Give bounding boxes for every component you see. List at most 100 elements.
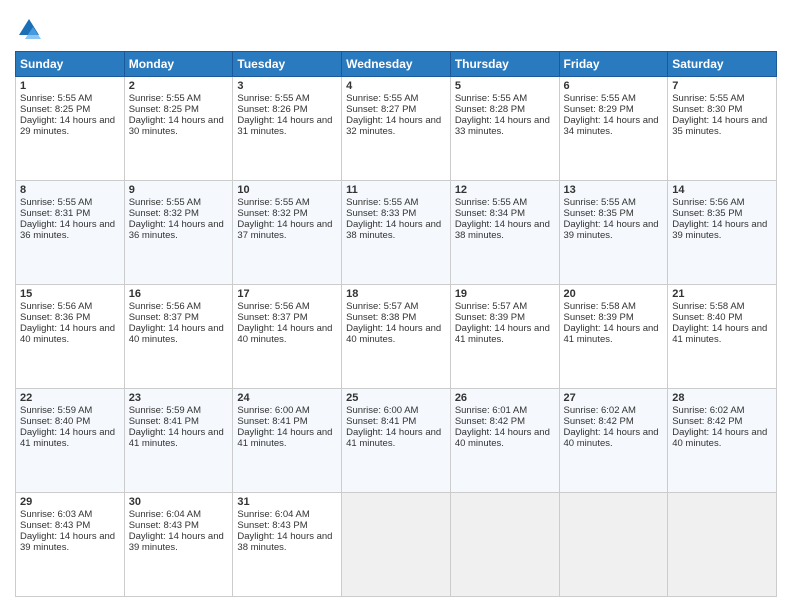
sunrise-label: Sunrise: 5:55 AM [346, 197, 418, 208]
sunset-label: Sunset: 8:42 PM [564, 416, 634, 427]
calendar-cell: 18Sunrise: 5:57 AMSunset: 8:38 PMDayligh… [342, 285, 451, 389]
sunset-label: Sunset: 8:32 PM [237, 208, 307, 219]
daylight-label: Daylight: 14 hours and 35 minutes. [672, 115, 767, 137]
day-number: 29 [20, 496, 120, 508]
calendar: SundayMondayTuesdayWednesdayThursdayFrid… [15, 51, 777, 597]
calendar-cell [342, 493, 451, 597]
sunrise-label: Sunrise: 6:03 AM [20, 509, 92, 520]
day-number: 18 [346, 288, 446, 300]
calendar-cell: 7Sunrise: 5:55 AMSunset: 8:30 PMDaylight… [668, 77, 777, 181]
calendar-cell: 13Sunrise: 5:55 AMSunset: 8:35 PMDayligh… [559, 181, 668, 285]
day-number: 16 [129, 288, 229, 300]
sunset-label: Sunset: 8:40 PM [672, 312, 742, 323]
sunset-label: Sunset: 8:30 PM [672, 104, 742, 115]
calendar-week-3: 15Sunrise: 5:56 AMSunset: 8:36 PMDayligh… [16, 285, 777, 389]
calendar-cell [450, 493, 559, 597]
sunset-label: Sunset: 8:34 PM [455, 208, 525, 219]
day-number: 19 [455, 288, 555, 300]
calendar-cell: 30Sunrise: 6:04 AMSunset: 8:43 PMDayligh… [124, 493, 233, 597]
calendar-cell: 4Sunrise: 5:55 AMSunset: 8:27 PMDaylight… [342, 77, 451, 181]
sunset-label: Sunset: 8:43 PM [237, 520, 307, 531]
sunset-label: Sunset: 8:32 PM [129, 208, 199, 219]
calendar-header-row: SundayMondayTuesdayWednesdayThursdayFrid… [16, 52, 777, 77]
sunrise-label: Sunrise: 6:02 AM [564, 405, 636, 416]
day-number: 25 [346, 392, 446, 404]
calendar-week-1: 1 Sunrise: 5:55 AM Sunset: 8:25 PM Daylight… [16, 77, 777, 181]
day-number: 31 [237, 496, 337, 508]
day-number: 11 [346, 184, 446, 196]
day-number: 8 [20, 184, 120, 196]
calendar-cell: 6Sunrise: 5:55 AMSunset: 8:29 PMDaylight… [559, 77, 668, 181]
day-number: 14 [672, 184, 772, 196]
sunrise-label: Sunrise: 6:04 AM [237, 509, 309, 520]
day-number: 7 [672, 80, 772, 92]
logo [15, 15, 47, 43]
day-number: 6 [564, 80, 664, 92]
sunset-label: Sunset: 8:31 PM [20, 208, 90, 219]
daylight-label: Daylight: 14 hours and 40 minutes. [346, 323, 441, 345]
calendar-cell: 2Sunrise: 5:55 AMSunset: 8:25 PMDaylight… [124, 77, 233, 181]
sunset-label: Sunset: 8:36 PM [20, 312, 90, 323]
day-number: 1 [20, 80, 120, 92]
daylight-label: Daylight: 14 hours and 39 minutes. [564, 219, 659, 241]
daylight-label: Daylight: 14 hours and 32 minutes. [346, 115, 441, 137]
sunrise-label: Sunrise: 5:56 AM [20, 301, 92, 312]
sunset-label: Sunset: 8:28 PM [455, 104, 525, 115]
sunrise-label: Sunrise: 6:00 AM [346, 405, 418, 416]
sunset-label: Sunset: 8:35 PM [564, 208, 634, 219]
day-number: 23 [129, 392, 229, 404]
daylight-label: Daylight: 14 hours and 41 minutes. [237, 427, 332, 449]
calendar-cell: 24Sunrise: 6:00 AMSunset: 8:41 PMDayligh… [233, 389, 342, 493]
sunset-label: Sunset: 8:27 PM [346, 104, 416, 115]
calendar-week-4: 22Sunrise: 5:59 AMSunset: 8:40 PMDayligh… [16, 389, 777, 493]
sunrise-label: Sunrise: 5:55 AM [455, 197, 527, 208]
day-number: 20 [564, 288, 664, 300]
daylight-label: Daylight: 14 hours and 41 minutes. [455, 323, 550, 345]
sunrise-label: Sunrise: 5:56 AM [237, 301, 309, 312]
sunset-label: Sunset: 8:41 PM [129, 416, 199, 427]
sunrise-label: Sunrise: 5:55 AM [564, 197, 636, 208]
sunrise-label: Sunrise: 5:56 AM [672, 197, 744, 208]
sunset-label: Sunset: 8:41 PM [346, 416, 416, 427]
sunrise-label: Sunrise: 6:00 AM [237, 405, 309, 416]
calendar-cell: 21Sunrise: 5:58 AMSunset: 8:40 PMDayligh… [668, 285, 777, 389]
daylight-label: Daylight: 14 hours and 41 minutes. [20, 427, 115, 449]
logo-icon [15, 15, 43, 43]
day-number: 26 [455, 392, 555, 404]
daylight-label: Daylight: 14 hours and 40 minutes. [672, 427, 767, 449]
calendar-header-thursday: Thursday [450, 52, 559, 77]
day-number: 4 [346, 80, 446, 92]
sunset-label: Sunset: 8:43 PM [20, 520, 90, 531]
daylight-label: Daylight: 14 hours and 37 minutes. [237, 219, 332, 241]
daylight-label: Daylight: 14 hours and 40 minutes. [455, 427, 550, 449]
calendar-cell: 19Sunrise: 5:57 AMSunset: 8:39 PMDayligh… [450, 285, 559, 389]
daylight-label: Daylight: 14 hours and 36 minutes. [129, 219, 224, 241]
header [15, 15, 777, 43]
day-number: 28 [672, 392, 772, 404]
sunset-label: Sunset: 8:25 PM [20, 104, 90, 115]
sunset-label: Sunset: 8:39 PM [564, 312, 634, 323]
day-number: 15 [20, 288, 120, 300]
sunrise-label: Sunrise: 5:57 AM [346, 301, 418, 312]
sunrise-label: Sunrise: 5:55 AM [20, 197, 92, 208]
sunset-label: Sunset: 8:37 PM [237, 312, 307, 323]
daylight-label: Daylight: 14 hours and 41 minutes. [129, 427, 224, 449]
sunrise-label: Sunrise: 5:56 AM [129, 301, 201, 312]
daylight-label: Daylight: 14 hours and 33 minutes. [455, 115, 550, 137]
sunrise-label: Sunrise: 5:55 AM [346, 93, 418, 104]
calendar-cell: 23Sunrise: 5:59 AMSunset: 8:41 PMDayligh… [124, 389, 233, 493]
day-number: 10 [237, 184, 337, 196]
calendar-cell: 8Sunrise: 5:55 AMSunset: 8:31 PMDaylight… [16, 181, 125, 285]
daylight-label: Daylight: 14 hours and 40 minutes. [237, 323, 332, 345]
day-number: 24 [237, 392, 337, 404]
calendar-cell: 5Sunrise: 5:55 AMSunset: 8:28 PMDaylight… [450, 77, 559, 181]
calendar-header-sunday: Sunday [16, 52, 125, 77]
sunrise-label: Sunrise: 5:55 AM [672, 93, 744, 104]
calendar-cell: 15Sunrise: 5:56 AMSunset: 8:36 PMDayligh… [16, 285, 125, 389]
daylight-label: Daylight: 14 hours and 31 minutes. [237, 115, 332, 137]
calendar-cell: 26Sunrise: 6:01 AMSunset: 8:42 PMDayligh… [450, 389, 559, 493]
calendar-cell: 12Sunrise: 5:55 AMSunset: 8:34 PMDayligh… [450, 181, 559, 285]
daylight-label: Daylight: 14 hours and 36 minutes. [20, 219, 115, 241]
daylight-label: Daylight: 14 hours and 41 minutes. [672, 323, 767, 345]
day-number: 27 [564, 392, 664, 404]
